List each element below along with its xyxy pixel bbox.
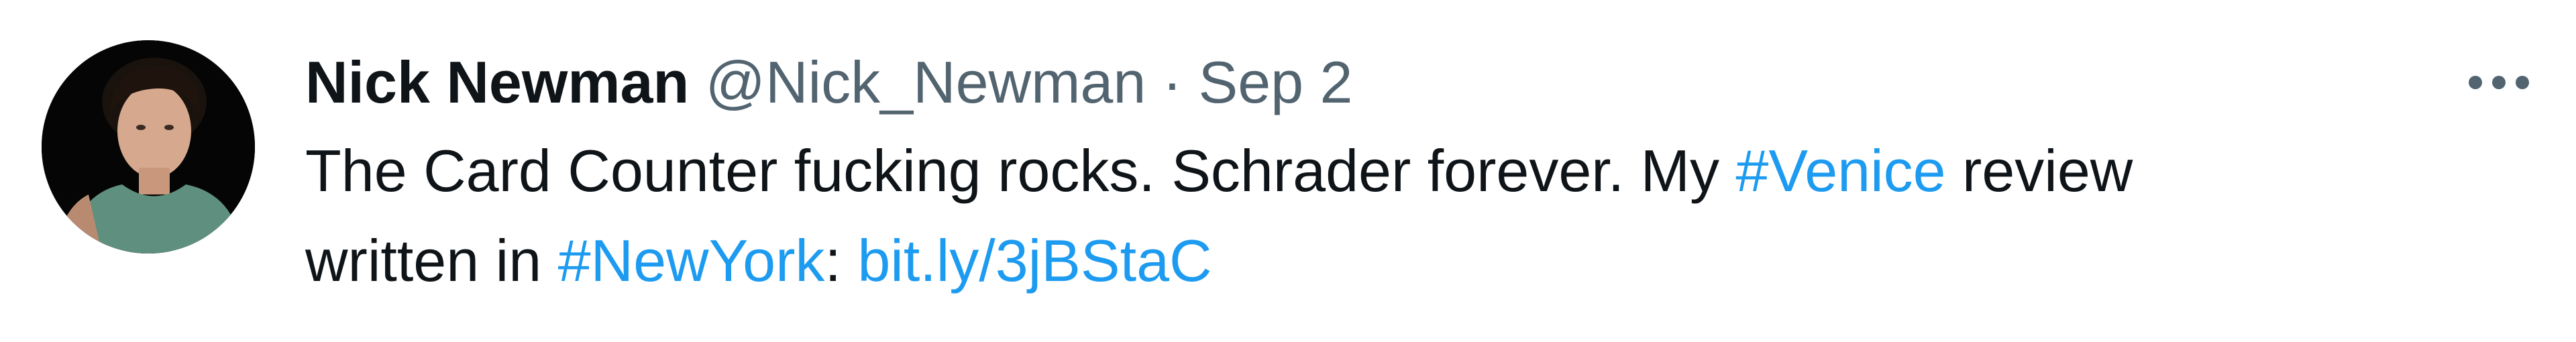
- tweet-text: The Card Counter fucking rocks. Schrader…: [305, 126, 2452, 306]
- text-segment: :: [824, 227, 858, 294]
- more-horizontal-icon[interactable]: [2469, 72, 2529, 93]
- author-name[interactable]: Nick Newman: [305, 49, 689, 115]
- tweet-content: Nick Newman @Nick_Newman · Sep 2 The Car…: [305, 39, 2452, 306]
- external-link[interactable]: bit.ly/3jBStaC: [857, 227, 1212, 294]
- separator: ·: [1162, 49, 1183, 115]
- tweet-card[interactable]: Nick Newman @Nick_Newman · Sep 2 The Car…: [0, 0, 2576, 342]
- tweet-date[interactable]: Sep 2: [1199, 49, 1353, 115]
- text-segment: review: [1945, 137, 2133, 204]
- avatar[interactable]: [42, 40, 255, 253]
- tweet-header: Nick Newman @Nick_Newman · Sep 2: [305, 39, 2452, 126]
- hashtag-venice[interactable]: #Venice: [1735, 137, 1945, 204]
- dot: [2469, 76, 2482, 89]
- dot: [2492, 76, 2506, 89]
- dot: [2516, 76, 2529, 89]
- hashtag-newyork[interactable]: #NewYork: [558, 227, 825, 294]
- text-segment: written in: [305, 227, 558, 294]
- author-handle[interactable]: @Nick_Newman: [706, 49, 1146, 115]
- text-segment: The Card Counter fucking rocks. Schrader…: [305, 137, 1736, 204]
